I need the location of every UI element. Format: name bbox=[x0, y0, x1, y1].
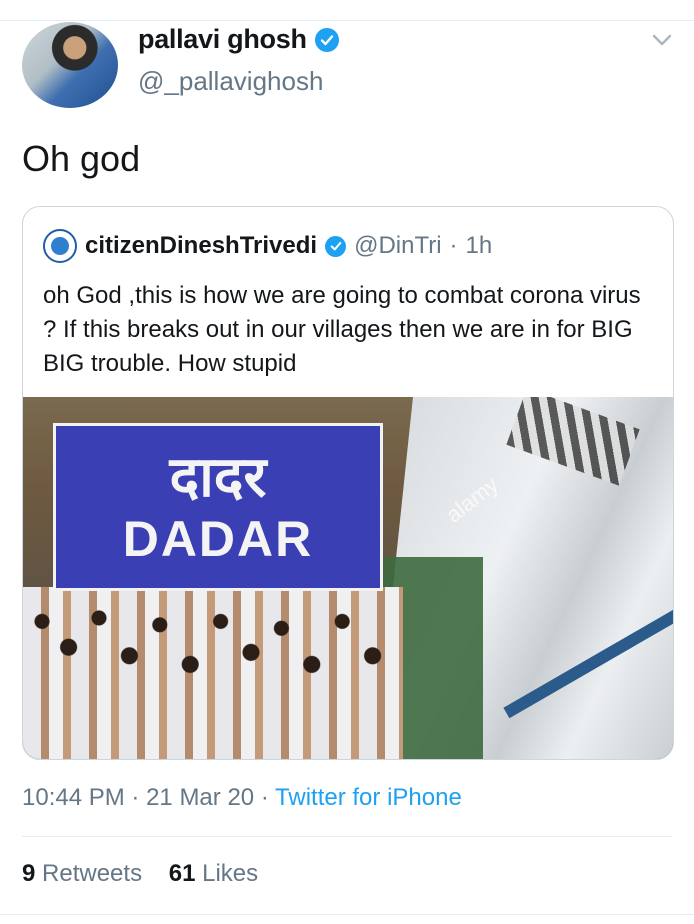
author-avatar[interactable] bbox=[22, 22, 118, 108]
top-divider bbox=[0, 0, 694, 21]
crowd-illustration bbox=[23, 587, 403, 759]
verified-badge-icon bbox=[314, 27, 339, 52]
verified-badge-icon bbox=[325, 235, 347, 257]
tweet-time: 10:44 PM bbox=[22, 784, 125, 811]
divider bbox=[22, 836, 672, 837]
tweet-source-link[interactable]: Twitter for iPhone bbox=[275, 784, 462, 811]
quoted-separator: · bbox=[449, 232, 458, 259]
likes-count: 61 bbox=[168, 860, 196, 887]
tweet-meta: 10:44 PM · 21 Mar 20 · Twitter for iPhon… bbox=[22, 784, 462, 812]
retweets-stat[interactable]: 9 Retweets bbox=[22, 860, 142, 887]
quoted-header: citizenDineshTrivedi @DinTri · 1h bbox=[43, 229, 492, 263]
author-display-name[interactable]: pallavi ghosh bbox=[138, 24, 307, 55]
quoted-tweet[interactable]: citizenDineshTrivedi @DinTri · 1h oh God… bbox=[22, 206, 674, 760]
quoted-time: 1h bbox=[465, 232, 493, 259]
quoted-text: oh God ,this is how we are going to comb… bbox=[43, 282, 641, 377]
divider bbox=[0, 914, 694, 915]
sign-hindi-text: दादर bbox=[169, 445, 267, 510]
likes-label: Likes bbox=[202, 860, 259, 887]
tweet-date: 21 Mar 20 bbox=[146, 784, 255, 811]
chevron-down-icon[interactable] bbox=[648, 26, 676, 54]
author-name-row: pallavi ghosh bbox=[138, 24, 339, 55]
quoted-media-image[interactable]: दादर DADAR alamy bbox=[23, 397, 673, 759]
sign-english-text: DADAR bbox=[122, 511, 314, 567]
quoted-display-name: citizenDineshTrivedi bbox=[85, 232, 318, 259]
quoted-avatar bbox=[43, 229, 77, 263]
meta-separator: · bbox=[260, 784, 269, 811]
retweets-label: Retweets bbox=[42, 860, 143, 887]
quoted-handle: @DinTri bbox=[354, 232, 442, 259]
meta-separator: · bbox=[131, 784, 140, 811]
author-handle[interactable]: @_pallavighosh bbox=[138, 66, 323, 97]
tweet-stats: 9 Retweets 61 Likes bbox=[22, 860, 258, 888]
likes-stat[interactable]: 61 Likes bbox=[169, 860, 258, 887]
station-sign: दादर DADAR bbox=[53, 423, 383, 591]
retweets-count: 9 bbox=[22, 860, 36, 887]
tweet-text: Oh god bbox=[22, 138, 141, 179]
